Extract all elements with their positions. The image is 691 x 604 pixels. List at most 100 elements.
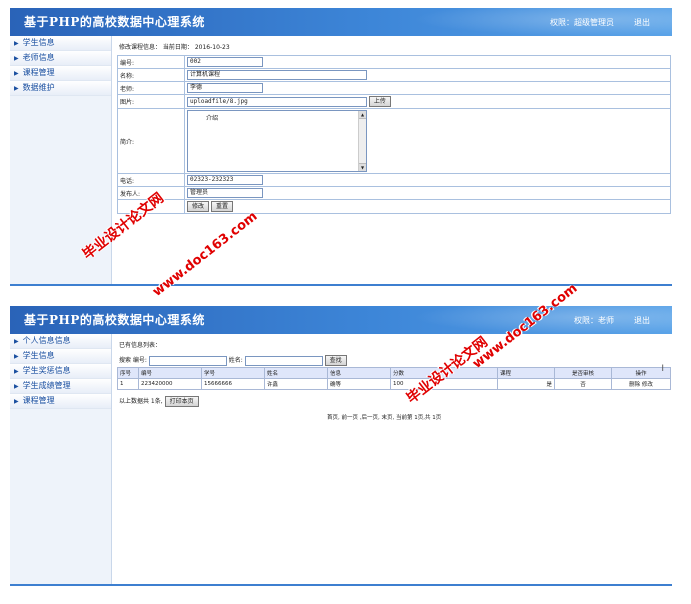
sidebar-item-student-info[interactable]: ▶ 学生信息 bbox=[10, 349, 111, 364]
print-button[interactable]: 打印本页 bbox=[164, 396, 199, 407]
table-cell: 1 bbox=[117, 378, 139, 390]
bullet-icon: ▶ bbox=[14, 383, 19, 390]
sidebar-item-label: 个人信息信息 bbox=[22, 336, 71, 345]
image-label: 图片: bbox=[117, 94, 185, 109]
user-role-label: 权限：老师 bbox=[574, 316, 614, 325]
scroll-down-arrow-icon[interactable]: ▼ bbox=[359, 163, 366, 171]
table-cell: 否 bbox=[554, 378, 612, 390]
sidebar-item-label: 学生信息 bbox=[22, 38, 55, 47]
teacher-input[interactable]: 李德 bbox=[187, 83, 263, 93]
search-number-input[interactable] bbox=[148, 355, 227, 366]
sidebar-item-personal-info[interactable]: ▶ 个人信息信息 bbox=[10, 334, 111, 349]
record-count: 以上数据共 1条, bbox=[119, 398, 163, 405]
form-row-publisher: 发布人: 管理员 bbox=[117, 186, 671, 200]
course-edit-form: 编号: 002 名称: 计算机课程 老师: 李德 图片: uploadfile/… bbox=[117, 55, 671, 214]
sidebar-item-label: 课程管理 bbox=[22, 68, 55, 77]
search-number-label: 搜索 编号: bbox=[119, 357, 147, 364]
scroll-up-arrow-icon[interactable]: ▲ bbox=[359, 111, 366, 119]
form-row-name: 名称: 计算机课程 bbox=[117, 68, 671, 82]
phone-input[interactable]: 02323-232323 bbox=[187, 175, 263, 185]
row-actions[interactable]: 删除 修改 bbox=[611, 378, 671, 390]
sidebar-item-course-management[interactable]: ▶ 课程管理 bbox=[10, 66, 111, 81]
main-content: 已有信息列表： 搜索 编号: 姓名: 查找 序号 编号 学号 姓名 信息 分数 … bbox=[117, 334, 672, 584]
col-header: 编号 bbox=[138, 367, 202, 379]
col-header: 是否审核 bbox=[554, 367, 612, 379]
sidebar-item-teacher-info[interactable]: ▶ 老师信息 bbox=[10, 51, 111, 66]
form-row-number: 编号: 002 bbox=[117, 55, 671, 69]
text-cursor-icon: I bbox=[661, 364, 664, 374]
user-role-label: 权限：超级管理员 bbox=[550, 18, 614, 27]
bullet-icon: ▶ bbox=[14, 55, 19, 62]
list-caption: 已有信息列表： bbox=[119, 342, 162, 349]
col-header: 学号 bbox=[201, 367, 265, 379]
table-header-row: 序号 编号 学号 姓名 信息 分数 课程 是否审核 操作 bbox=[117, 367, 671, 379]
form-row-actions: 修改 重置 bbox=[117, 199, 671, 214]
name-label: 名称: bbox=[117, 68, 185, 82]
intro-textarea[interactable]: 介绍 ▲ ▼ bbox=[187, 110, 367, 172]
sidebar: ▶ 个人信息信息 ▶ 学生信息 ▶ 学生奖惩信息 ▶ 学生成绩管理 ▶ 课程管理 bbox=[10, 334, 112, 584]
header-decoration bbox=[412, 8, 672, 36]
textarea-scrollbar[interactable]: ▲ ▼ bbox=[358, 111, 366, 171]
info-list-screen: 基于PHP的高校数据中心理系统 权限：老师 退出 ▶ 个人信息信息 ▶ 学生信息 ▶… bbox=[10, 306, 672, 586]
info-table: 序号 编号 学号 姓名 信息 分数 课程 是否审核 操作 1 223420000… bbox=[117, 367, 671, 390]
bullet-icon: ▶ bbox=[14, 70, 19, 77]
app-header: 基于PHP的高校数据中心理系统 权限：老师 退出 bbox=[10, 306, 672, 334]
form-row-intro: 简介: 介绍 ▲ ▼ bbox=[117, 108, 671, 174]
form-row-teacher: 老师: 李德 bbox=[117, 81, 671, 95]
sidebar-item-grade-management[interactable]: ▶ 学生成绩管理 bbox=[10, 379, 111, 394]
sidebar-item-reward-punish[interactable]: ▶ 学生奖惩信息 bbox=[10, 364, 111, 379]
intro-label: 简介: bbox=[117, 108, 185, 174]
app-title: 基于PHP的高校数据中心理系统 bbox=[24, 313, 205, 327]
bullet-icon: ▶ bbox=[14, 353, 19, 360]
bullet-icon: ▶ bbox=[14, 40, 19, 47]
search-name-input[interactable] bbox=[244, 355, 323, 366]
table-row: 1 223420000 15666666 许鑫 确等 100 是 否 删除 修改 bbox=[117, 378, 671, 390]
sidebar-item-course-management[interactable]: ▶ 课程管理 bbox=[10, 394, 111, 409]
main-content: 修改课程信息： 当前日期： 2016-10-23 编号: 002 名称: 计算机… bbox=[117, 36, 672, 284]
bullet-icon: ▶ bbox=[14, 85, 19, 92]
intro-text: 介绍 bbox=[206, 115, 219, 122]
summary-bar: 以上数据共 1条, 打印本页 bbox=[119, 396, 199, 407]
search-bar: 搜索 编号: 姓名: 查找 bbox=[119, 355, 347, 366]
upload-button[interactable]: 上传 bbox=[368, 96, 391, 107]
table-cell: 确等 bbox=[327, 378, 391, 390]
sidebar-item-label: 学生奖惩信息 bbox=[22, 366, 71, 375]
submit-button[interactable]: 修改 bbox=[187, 201, 210, 212]
sidebar-item-label: 老师信息 bbox=[22, 53, 55, 62]
col-header: 信息 bbox=[327, 367, 391, 379]
sidebar-item-label: 学生信息 bbox=[22, 351, 55, 360]
table-cell: 15666666 bbox=[201, 378, 265, 390]
number-label: 编号: bbox=[117, 55, 185, 69]
table-cell: 223420000 bbox=[138, 378, 202, 390]
sidebar-item-label: 学生成绩管理 bbox=[22, 381, 71, 390]
search-button[interactable]: 查找 bbox=[324, 355, 347, 366]
sidebar-item-label: 数据维护 bbox=[22, 83, 55, 92]
form-row-phone: 电话: 02323-232323 bbox=[117, 173, 671, 187]
sidebar-item-label: 课程管理 bbox=[22, 396, 55, 405]
sidebar-item-student-info[interactable]: ▶ 学生信息 bbox=[10, 36, 111, 51]
number-input[interactable]: 002 bbox=[187, 57, 263, 67]
bullet-icon: ▶ bbox=[14, 338, 19, 345]
publisher-input[interactable]: 管理员 bbox=[187, 188, 263, 198]
page-info-line: 修改课程信息： 当前日期： 2016-10-23 bbox=[119, 44, 230, 51]
sidebar-item-data-maintenance[interactable]: ▶ 数据维护 bbox=[10, 81, 111, 96]
col-header: 课程 bbox=[497, 367, 555, 379]
pagination[interactable]: 首页, 前一页 ,后一页, 末页, 当前第 1页,共 1页 bbox=[327, 413, 441, 421]
col-header: 姓名 bbox=[264, 367, 328, 379]
phone-label: 电话: bbox=[117, 173, 185, 187]
teacher-label: 老师: bbox=[117, 81, 185, 95]
bullet-icon: ▶ bbox=[14, 398, 19, 405]
table-cell: 是 bbox=[497, 378, 555, 390]
bullet-icon: ▶ bbox=[14, 368, 19, 375]
bottom-border bbox=[10, 584, 672, 586]
image-path-input[interactable]: uploadfile/8.jpg bbox=[187, 96, 367, 107]
search-name-label: 姓名: bbox=[228, 357, 243, 364]
col-header: 序号 bbox=[117, 367, 139, 379]
logout-link[interactable]: 退出 bbox=[634, 17, 650, 28]
table-cell: 许鑫 bbox=[264, 378, 328, 390]
app-title: 基于PHP的高校数据中心理系统 bbox=[24, 15, 205, 29]
logout-link[interactable]: 退出 bbox=[634, 315, 650, 326]
reset-button[interactable]: 重置 bbox=[210, 201, 233, 212]
form-row-image: 图片: uploadfile/8.jpg 上传 bbox=[117, 94, 671, 109]
name-input[interactable]: 计算机课程 bbox=[187, 70, 367, 80]
